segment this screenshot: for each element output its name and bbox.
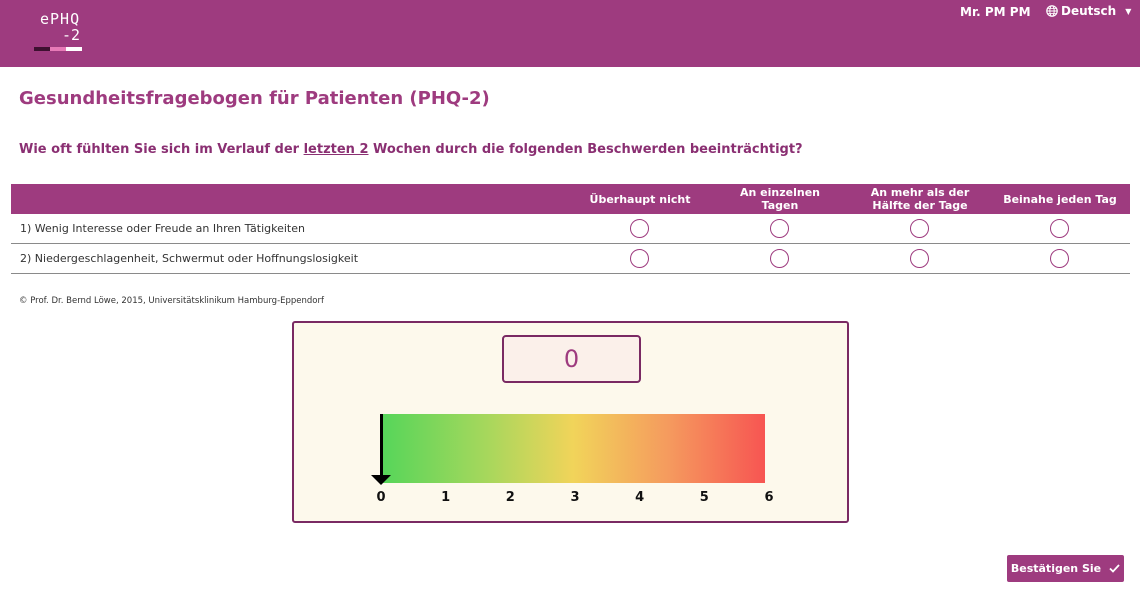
column-header-several-days: An einzelnen Tagen <box>740 186 820 212</box>
globe-icon <box>1046 5 1058 17</box>
score-value: 0 <box>502 335 641 383</box>
gauge-tick: 1 <box>441 490 451 505</box>
question-text: Wie oft fühlten Sie sich im Verlauf der … <box>19 142 803 157</box>
column-header-not-at-all: Überhaupt nicht <box>589 192 691 206</box>
question-text-start: Wie oft fühlten Sie sich im Verlauf der <box>19 142 304 157</box>
language-label: Deutsch <box>1061 4 1117 18</box>
question-text-end: Wochen durch die folgenden Beschwerden b… <box>368 142 803 157</box>
logo-text-bottom: -2 <box>62 26 81 44</box>
app-logo: ePHQ -2 <box>34 10 94 54</box>
language-selector[interactable]: Deutsch ▼ <box>1046 4 1131 18</box>
gauge-tick: 0 <box>376 490 386 505</box>
radio-q2-not-at-all[interactable] <box>630 249 649 268</box>
radio-q2-more-than-half[interactable] <box>910 249 929 268</box>
logo-bars <box>34 47 82 51</box>
gauge-tick: 5 <box>699 490 709 505</box>
radio-q1-several-days[interactable] <box>770 219 789 238</box>
page-title: Gesundheitsfragebogen für Patienten (PHQ… <box>19 88 490 109</box>
question-text-underlined: letzten 2 <box>303 142 369 157</box>
row-label: 1) Wenig Interesse oder Freude an Ihren … <box>20 222 305 235</box>
radio-q1-more-than-half[interactable] <box>910 219 929 238</box>
gauge-tick: 3 <box>570 490 580 505</box>
column-header-more-than-half: An mehr als der Hälfte der Tage <box>870 186 970 212</box>
check-icon <box>1109 564 1120 573</box>
chevron-down-icon: ▼ <box>1125 6 1132 16</box>
user-name[interactable]: Mr. PM PM <box>960 5 1031 19</box>
gauge-tick: 2 <box>505 490 515 505</box>
arrow-down-icon <box>371 475 391 485</box>
gauge-tick: 6 <box>764 490 774 505</box>
confirm-button-label: Bestätigen Sie <box>1010 562 1102 575</box>
radio-q1-nearly-every-day[interactable] <box>1050 219 1069 238</box>
radio-q2-several-days[interactable] <box>770 249 789 268</box>
score-pointer <box>380 414 383 476</box>
table-header: Überhaupt nicht An einzelnen Tagen An me… <box>11 184 1130 214</box>
app-header: ePHQ -2 Mr. PM PM Deutsch ▼ <box>0 0 1140 67</box>
table-row: 2) Niedergeschlagenheit, Schwermut oder … <box>11 244 1130 274</box>
copyright-notice: © Prof. Dr. Bernd Löwe, 2015, Universitä… <box>19 296 324 306</box>
row-label: 2) Niedergeschlagenheit, Schwermut oder … <box>20 252 359 265</box>
score-panel: 0 0 1 2 3 4 5 6 <box>292 321 849 523</box>
score-gauge-bar <box>381 414 765 483</box>
gauge-tick: 4 <box>635 490 645 505</box>
column-header-nearly-every-day: Beinahe jeden Tag <box>1003 192 1117 206</box>
radio-q1-not-at-all[interactable] <box>630 219 649 238</box>
radio-q2-nearly-every-day[interactable] <box>1050 249 1069 268</box>
phq-table: Überhaupt nicht An einzelnen Tagen An me… <box>11 184 1130 274</box>
table-row: 1) Wenig Interesse oder Freude an Ihren … <box>11 214 1130 244</box>
confirm-button[interactable]: Bestätigen Sie <box>1007 555 1124 582</box>
